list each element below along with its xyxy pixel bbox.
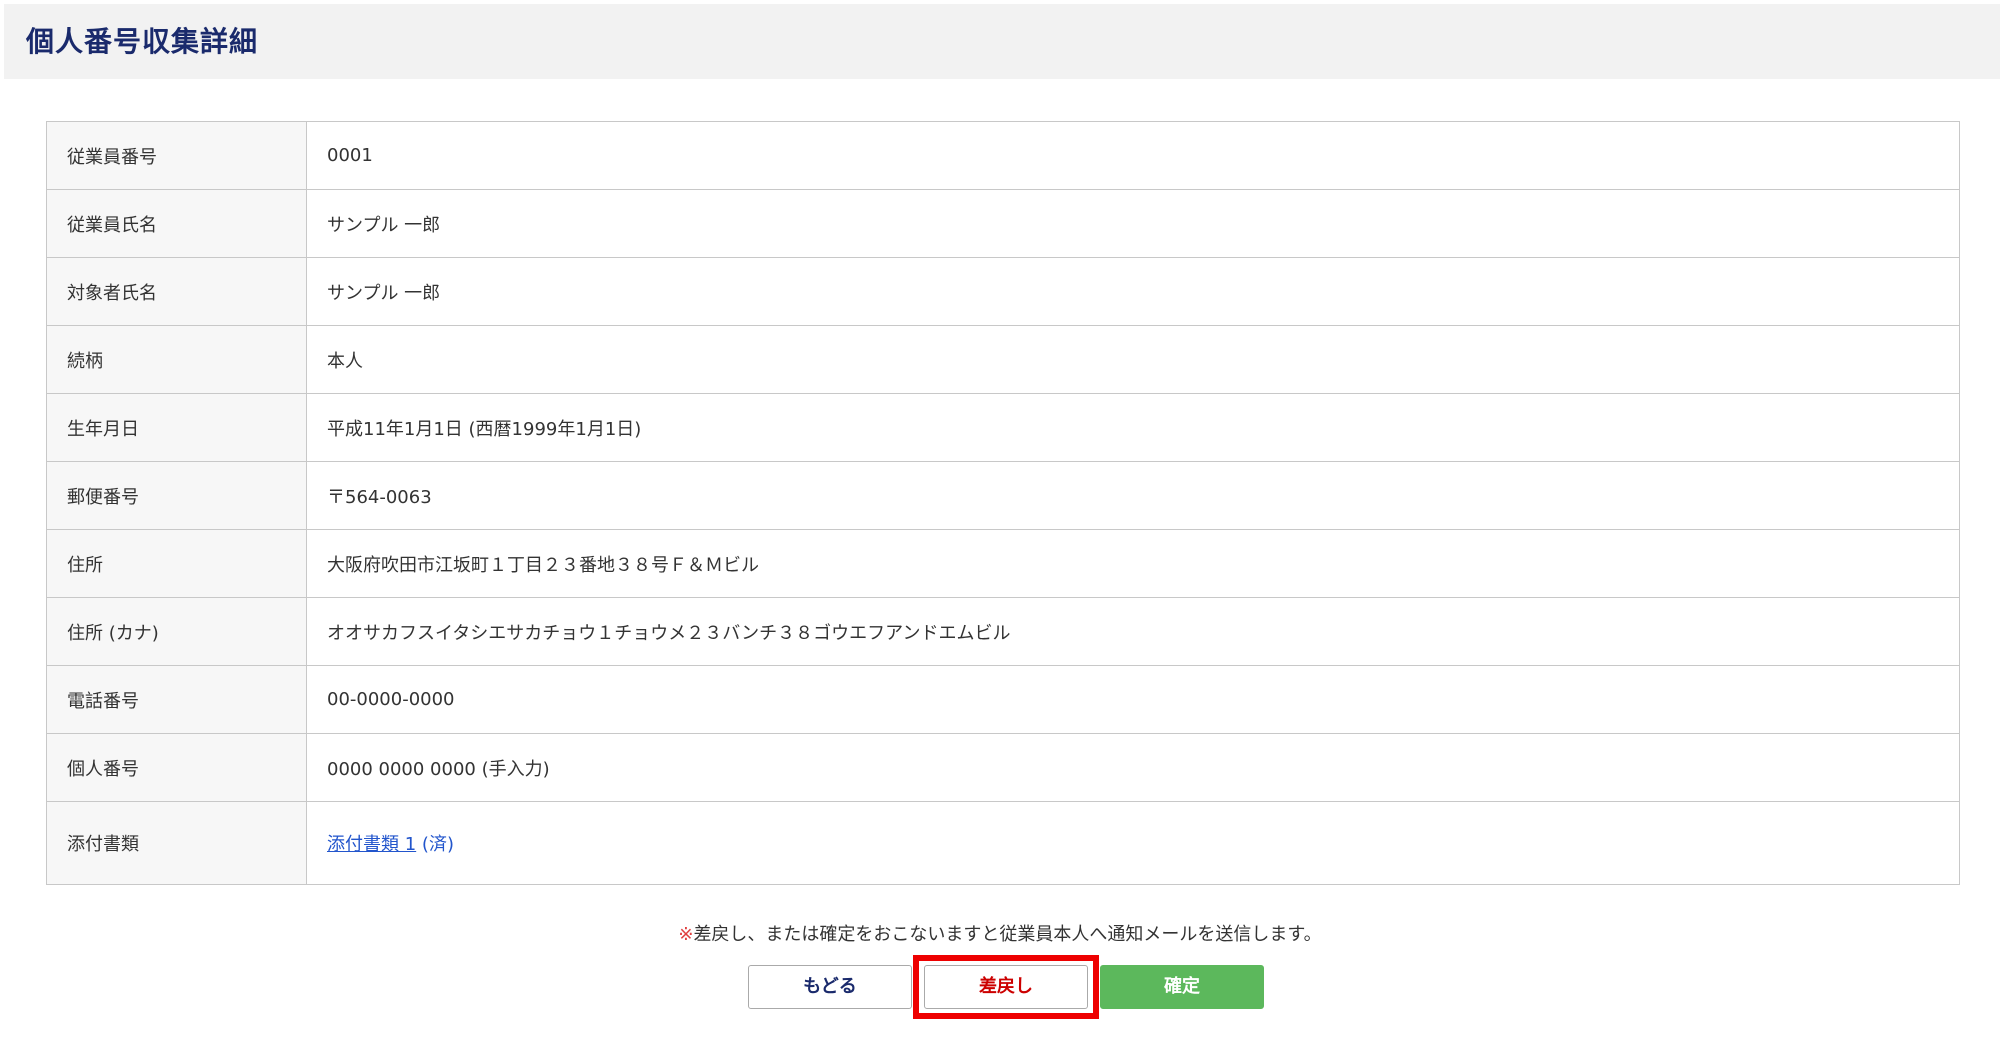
row-value-employee-number: 0001 (306, 121, 1960, 190)
row-value-attachment: 添付書類 1 (済) (306, 801, 1960, 885)
row-value-postal-code: 〒564-0063 (306, 461, 1960, 530)
row-label-my-number: 個人番号 (46, 733, 307, 802)
row-value-subject-name: サンプル 一郎 (306, 257, 1960, 326)
table-row: 続柄 本人 (46, 325, 1960, 394)
notification-notice: ※差戻し、または確定をおこないますと従業員本人へ通知メールを送信します。 (0, 920, 2000, 950)
notice-mark: ※ (678, 924, 694, 945)
row-label-employee-number: 従業員番号 (46, 121, 307, 190)
table-row: 郵便番号 〒564-0063 (46, 461, 1960, 530)
row-label-phone: 電話番号 (46, 665, 307, 734)
table-row: 生年月日 平成11年1月1日 (西暦1999年1月1日) (46, 393, 1960, 462)
table-row: 電話番号 00-0000-0000 (46, 665, 1960, 734)
back-button[interactable]: もどる (748, 965, 912, 1009)
table-row: 対象者氏名 サンプル 一郎 (46, 257, 1960, 326)
table-row: 住所 (カナ) オオサカフスイタシエサカチョウ１チョウメ２３バンチ３８ゴウエフア… (46, 597, 1960, 666)
row-value-address-kana: オオサカフスイタシエサカチョウ１チョウメ２３バンチ３８ゴウエフアンドエムビル (306, 597, 1960, 666)
notice-text: 差戻し、または確定をおこないますと従業員本人へ通知メールを送信します。 (693, 924, 1322, 945)
table-row: 個人番号 0000 0000 0000 (手入力) (46, 733, 1960, 802)
row-value-birthdate: 平成11年1月1日 (西暦1999年1月1日) (306, 393, 1960, 462)
table-row: 従業員氏名 サンプル 一郎 (46, 189, 1960, 258)
attachment-status: (済) (421, 834, 454, 855)
return-button[interactable]: 差戻し (924, 965, 1088, 1009)
row-label-relationship: 続柄 (46, 325, 307, 394)
table-row: 添付書類 添付書類 1 (済) (46, 801, 1960, 885)
row-label-subject-name: 対象者氏名 (46, 257, 307, 326)
row-label-address: 住所 (46, 529, 307, 598)
row-label-employee-name: 従業員氏名 (46, 189, 307, 258)
confirm-button[interactable]: 確定 (1100, 965, 1264, 1009)
detail-table: 従業員番号 0001 従業員氏名 サンプル 一郎 対象者氏名 サンプル 一郎 続… (46, 121, 1960, 885)
row-value-address: 大阪府吹田市江坂町１丁目２３番地３８号Ｆ＆Ｍビル (306, 529, 1960, 598)
row-label-attachment: 添付書類 (46, 801, 307, 885)
row-value-phone: 00-0000-0000 (306, 665, 1960, 734)
page-title: 個人番号収集詳細 (26, 25, 259, 58)
attachment-link[interactable]: 添付書類 1 (327, 834, 416, 855)
row-value-employee-name: サンプル 一郎 (306, 189, 1960, 258)
page-header: 個人番号収集詳細 (4, 4, 2000, 79)
row-label-birthdate: 生年月日 (46, 393, 307, 462)
table-row: 従業員番号 0001 (46, 121, 1960, 190)
row-label-postal-code: 郵便番号 (46, 461, 307, 530)
row-label-address-kana: 住所 (カナ) (46, 597, 307, 666)
table-row: 住所 大阪府吹田市江坂町１丁目２３番地３８号Ｆ＆Ｍビル (46, 529, 1960, 598)
row-value-relationship: 本人 (306, 325, 1960, 394)
row-value-my-number: 0000 0000 0000 (手入力) (306, 733, 1960, 802)
